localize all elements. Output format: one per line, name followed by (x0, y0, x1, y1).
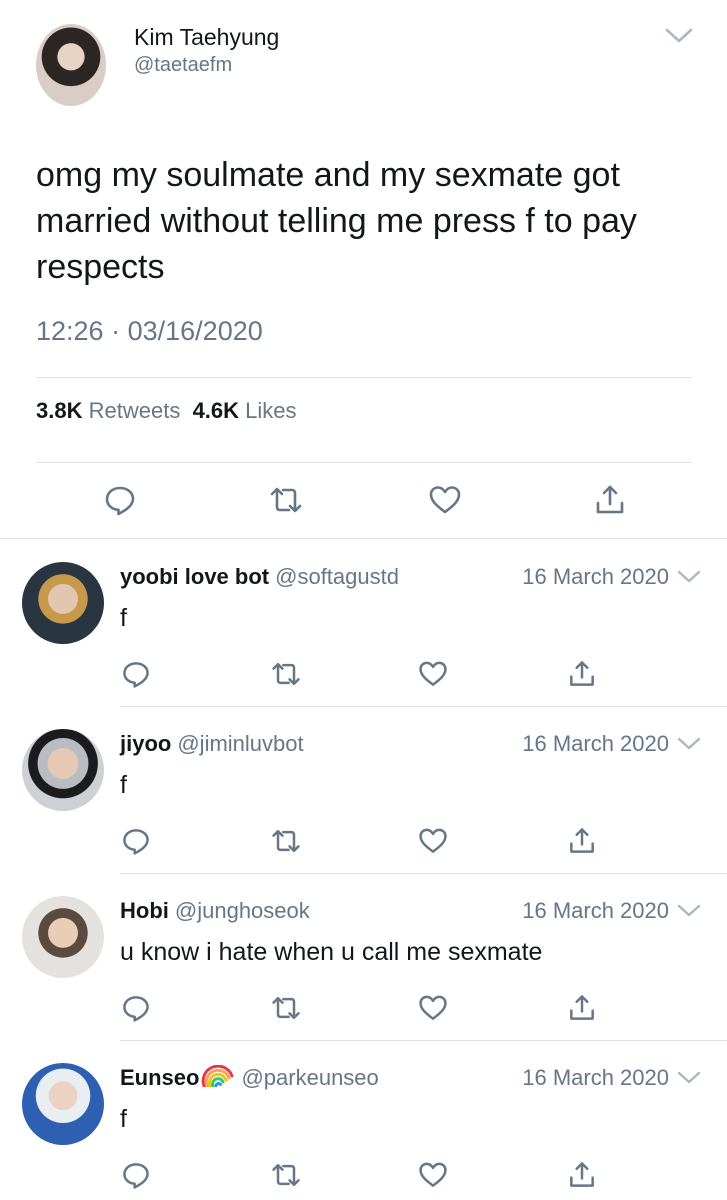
divider (0, 538, 727, 539)
reply-handle: @parkeunseo (241, 1065, 379, 1090)
reply-tweet[interactable]: Eunseo @parkeunseo 16 March 2020 f (0, 1041, 727, 1200)
retweet-icon[interactable] (270, 658, 302, 690)
main-tweet: Kim Taehyung @taetaefm omg my soulmate a… (0, 0, 727, 540)
reply-tweet[interactable]: Hobi @junghoseok 16 March 2020 u know i h… (0, 874, 727, 1041)
retweet-icon[interactable] (270, 992, 302, 1024)
reply-text: f (120, 771, 127, 799)
reply-author[interactable]: jiyoo @jiminluvbot (120, 731, 304, 757)
like-icon[interactable] (417, 1159, 449, 1191)
reply-date[interactable]: 16 March 2020 (522, 1065, 669, 1091)
share-icon[interactable] (566, 992, 598, 1024)
reply-author[interactable]: Eunseo @parkeunseo (120, 1065, 379, 1091)
reply-name: Eunseo (120, 1065, 200, 1090)
author-avatar[interactable] (36, 24, 106, 106)
retweet-icon[interactable] (268, 482, 304, 518)
divider (36, 462, 692, 463)
share-icon[interactable] (566, 658, 598, 690)
divider (36, 377, 692, 378)
reply-author[interactable]: yoobi love bot @softagustd (120, 564, 399, 590)
like-icon[interactable] (417, 992, 449, 1024)
tweet-stats: 3.8K Retweets 4.6K Likes (36, 398, 297, 424)
like-icon[interactable] (417, 658, 449, 690)
likes-stat[interactable]: 4.6K Likes (193, 398, 297, 423)
tweet-time: 12:26 (36, 316, 104, 346)
reply-text: f (120, 604, 127, 632)
share-icon[interactable] (592, 482, 628, 518)
likes-label: Likes (245, 398, 297, 423)
chevron-down-icon[interactable] (676, 902, 702, 920)
reply-date[interactable]: 16 March 2020 (522, 564, 669, 590)
reply-handle: @junghoseok (174, 898, 310, 923)
reply-name: Hobi (120, 898, 169, 923)
reply-tweet[interactable]: jiyoo @jiminluvbot 16 March 2020 f (0, 707, 727, 874)
reply-icon[interactable] (120, 658, 152, 690)
reply-avatar[interactable] (22, 1063, 104, 1145)
tweet-text: omg my soulmate and my sexmate got marri… (36, 156, 637, 286)
retweets-count: 3.8K (36, 398, 83, 423)
author-name[interactable]: Kim Taehyung (134, 24, 279, 51)
reply-date[interactable]: 16 March 2020 (522, 731, 669, 757)
reply-name: jiyoo (120, 731, 172, 756)
rainbow-icon (202, 1065, 234, 1087)
reply-text: f (120, 1105, 127, 1133)
retweet-icon[interactable] (270, 1159, 302, 1191)
meta-separator: · (111, 316, 121, 346)
tweet-date: 03/16/2020 (127, 316, 263, 346)
reply-avatar[interactable] (22, 896, 104, 978)
reply-handle: @jiminluvbot (177, 731, 304, 756)
reply-icon[interactable] (120, 1159, 152, 1191)
reply-date[interactable]: 16 March 2020 (522, 898, 669, 924)
retweet-icon[interactable] (270, 825, 302, 857)
reply-text: u know i hate when u call me sexmate (120, 938, 543, 966)
reply-avatar[interactable] (22, 729, 104, 811)
chevron-down-icon[interactable] (664, 26, 694, 46)
retweets-label: Retweets (88, 398, 181, 423)
like-icon[interactable] (417, 825, 449, 857)
chevron-down-icon[interactable] (676, 1069, 702, 1087)
reply-icon[interactable] (102, 482, 138, 518)
reply-handle: @softagustd (275, 564, 399, 589)
chevron-down-icon[interactable] (676, 568, 702, 586)
chevron-down-icon[interactable] (676, 735, 702, 753)
reply-icon[interactable] (120, 825, 152, 857)
share-icon[interactable] (566, 825, 598, 857)
tweet-timestamp[interactable]: 12:26 · 03/16/2020 (36, 316, 263, 347)
reply-tweet[interactable]: yoobi love bot @softagustd 16 March 2020 … (0, 540, 727, 707)
reply-icon[interactable] (120, 992, 152, 1024)
reply-author[interactable]: Hobi @junghoseok (120, 898, 310, 924)
share-icon[interactable] (566, 1159, 598, 1191)
reply-name: yoobi love bot (120, 564, 270, 589)
author-handle[interactable]: @taetaefm (134, 54, 232, 77)
reply-avatar[interactable] (22, 562, 104, 644)
likes-count: 4.6K (192, 398, 240, 423)
like-icon[interactable] (427, 482, 463, 518)
retweets-stat[interactable]: 3.8K Retweets (36, 398, 180, 423)
